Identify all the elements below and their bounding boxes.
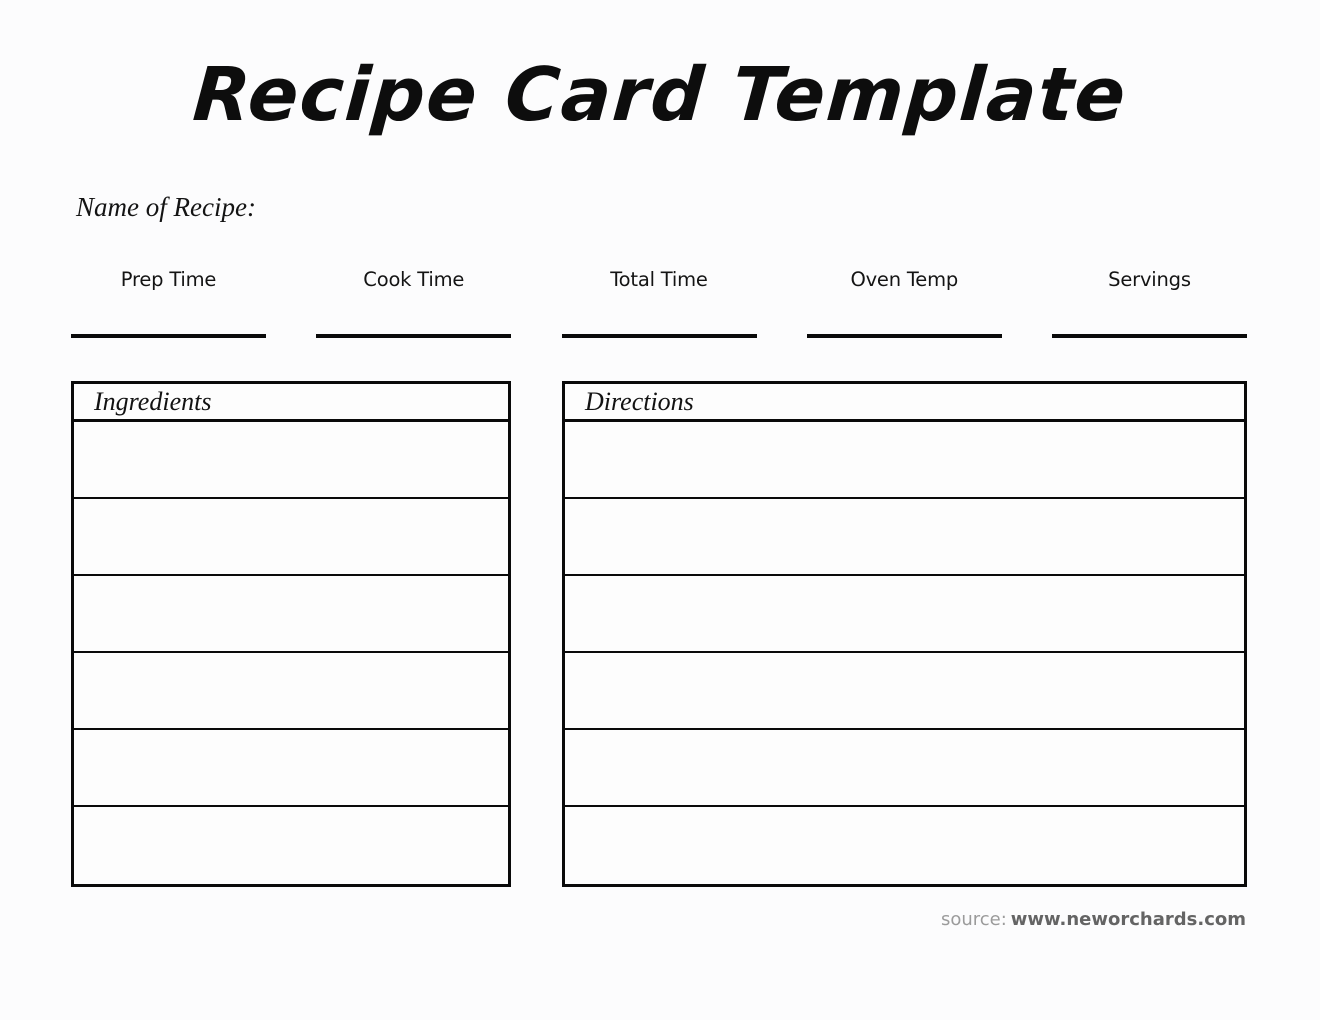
source-prefix-label: source:: [940, 909, 1007, 930]
table-row[interactable]: [565, 653, 1244, 730]
meta-field-cook-time: Cook Time: [316, 268, 512, 338]
table-row[interactable]: [74, 576, 508, 653]
ingredients-table: Ingredients: [71, 381, 511, 887]
meta-label-prep-time: Prep Time: [120, 268, 217, 291]
meta-field-total-time: Total Time: [561, 268, 757, 338]
table-row[interactable]: [74, 730, 508, 807]
table-row[interactable]: [565, 499, 1244, 576]
meta-label-servings: Servings: [1108, 268, 1191, 291]
table-row[interactable]: [74, 807, 508, 884]
meta-field-prep-time: Prep Time: [71, 268, 266, 338]
meta-input-oven-temp[interactable]: [806, 334, 1002, 338]
meta-input-prep-time[interactable]: [71, 334, 266, 338]
meta-label-total-time: Total Time: [610, 268, 708, 291]
recipe-name-label: Name of Recipe:: [76, 192, 256, 222]
meta-field-oven-temp: Oven Temp: [806, 268, 1002, 338]
table-row[interactable]: [565, 576, 1244, 653]
meta-input-cook-time[interactable]: [316, 334, 512, 338]
recipe-card-page: Recipe Card Template Name of Recipe: Pre…: [0, 0, 1320, 1020]
source-url-label: www.neworchards.com: [1010, 909, 1246, 930]
table-row[interactable]: [565, 807, 1244, 884]
ingredients-header-label: Ingredients: [94, 386, 212, 416]
directions-table: Directions: [562, 381, 1247, 887]
ingredients-table-header: Ingredients: [74, 384, 508, 422]
page-title: Recipe Card Template: [190, 52, 1130, 138]
meta-input-servings[interactable]: [1052, 334, 1247, 338]
directions-table-header: Directions: [565, 384, 1244, 422]
table-row[interactable]: [74, 422, 508, 499]
meta-input-total-time[interactable]: [561, 334, 757, 338]
meta-fields-row: Prep Time Cook Time Total Time Oven Temp…: [71, 268, 1247, 338]
meta-label-oven-temp: Oven Temp: [850, 268, 959, 291]
table-row[interactable]: [74, 653, 508, 730]
directions-header-label: Directions: [585, 386, 694, 416]
source-attribution: source: www.neworchards.com: [941, 908, 1246, 932]
table-row[interactable]: [565, 422, 1244, 499]
table-row[interactable]: [565, 730, 1244, 807]
meta-label-cook-time: Cook Time: [363, 268, 465, 291]
meta-field-servings: Servings: [1052, 268, 1247, 338]
tables-container: Ingredients Directions: [71, 381, 1247, 887]
table-row[interactable]: [74, 499, 508, 576]
